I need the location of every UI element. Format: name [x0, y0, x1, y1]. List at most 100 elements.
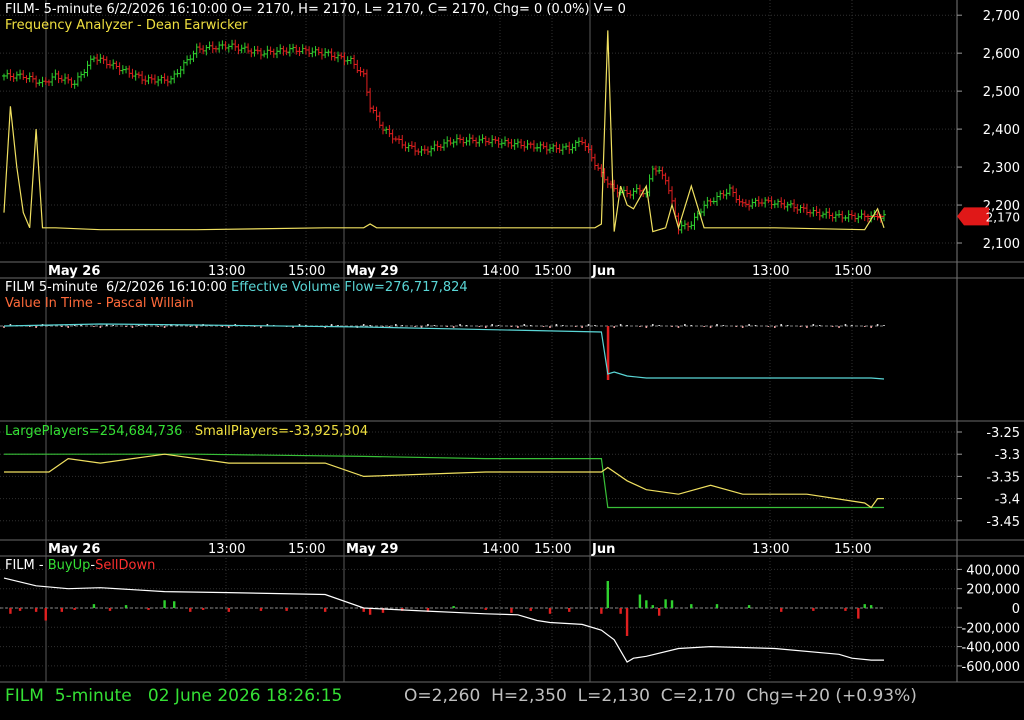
small-players-line	[4, 453, 884, 509]
chart-canvas: May 26 May 26 13:00 13:00 15:00 15:00 May 29 Ma…	[0, 0, 1024, 683]
vit-bar	[741, 326, 744, 328]
vit-bar	[61, 326, 63, 327]
vit-bar	[433, 325, 436, 326]
vit-bar	[542, 326, 545, 327]
selldown-label: SellDown	[95, 558, 156, 573]
vit-bar	[362, 324, 365, 326]
vit-bar	[330, 324, 333, 326]
bs-bar	[619, 608, 622, 614]
players-x-tick-3: May 29	[346, 542, 398, 557]
vit-bar	[510, 326, 513, 327]
price-y-tick-6: 2,100	[983, 237, 1020, 252]
bs-bar	[747, 605, 751, 608]
vit-bar	[581, 326, 583, 328]
vit-bar	[812, 324, 815, 326]
vit-bar	[818, 325, 821, 326]
bs-bar	[163, 600, 166, 608]
bs-bar	[625, 608, 629, 636]
bs-bar	[124, 605, 128, 608]
vit-bar	[703, 326, 705, 327]
vit-bar	[716, 324, 718, 326]
vit-bar	[125, 326, 127, 327]
bs-bar	[664, 599, 667, 608]
vit-bar	[838, 326, 840, 328]
players-x-tick-4: 14:00	[482, 542, 519, 557]
vit-bar	[831, 326, 834, 327]
vit-bar	[799, 326, 802, 327]
vit-bar	[157, 326, 159, 327]
vit-bar	[774, 326, 776, 328]
vit-bar	[574, 326, 577, 327]
large-players-line	[4, 453, 884, 509]
vit-bar	[619, 324, 622, 326]
bs-bar	[173, 601, 176, 608]
bs-bar	[108, 608, 112, 611]
bs-bar	[189, 608, 192, 612]
vit-bar	[735, 326, 738, 327]
vit-bar	[484, 326, 487, 328]
vit-bar	[613, 326, 616, 328]
players-x-tick-0: May 26	[48, 542, 100, 557]
vit-bar	[517, 326, 519, 328]
vit-bar	[806, 326, 808, 328]
vit-bar	[163, 326, 166, 328]
bs-y-tick-0: 400,000	[966, 563, 1020, 578]
players-y-tick-0: -3.25	[986, 426, 1020, 441]
vit-bar	[401, 325, 404, 326]
last-price-label: 2,170	[986, 210, 1020, 224]
effective-volume-flow-label: Effective Volume Flow=276,717,824	[231, 280, 468, 295]
footer-datetime: 02 June 2026 18:26:15	[147, 686, 343, 706]
vit-bar	[594, 325, 596, 326]
vit-bar	[863, 326, 866, 327]
footer-status: FILM 5-minute 02 June 2026 18:26:15	[5, 686, 342, 706]
vit-bar	[414, 326, 416, 327]
vit-bar	[112, 325, 114, 326]
vit-bar	[587, 324, 590, 326]
bs-bar	[201, 608, 205, 610]
vit-bar	[478, 326, 481, 327]
vit-bar	[80, 325, 82, 326]
players-x-tick-6: Jun	[591, 542, 615, 557]
bs-bar	[869, 605, 873, 608]
last-price-badge	[957, 207, 989, 226]
vit-bar	[883, 325, 885, 326]
price-x-tick-0: May 26	[48, 264, 100, 279]
effective-volume-flow-line	[3, 323, 885, 380]
vit-bar	[131, 326, 134, 328]
vit-bar	[497, 325, 500, 326]
bs-bar	[529, 608, 532, 611]
bs-bar	[44, 608, 47, 621]
vit-bar	[651, 324, 654, 326]
price-header: FILM- 5-minute 6/2/2026 16:10:00 O= 2170…	[5, 2, 626, 17]
buysell-cumulative-line	[3, 577, 884, 663]
vit-bar	[452, 326, 455, 328]
vit-bar	[446, 326, 449, 327]
price-x-tick-5: 15:00	[534, 264, 571, 279]
bs-bar	[690, 604, 693, 608]
players-y-tick-4: -3.45	[986, 515, 1020, 530]
vit-bar	[369, 325, 371, 326]
price-y-tick-0: 2,700	[983, 9, 1020, 24]
price-x-tick-8: 15:00	[834, 264, 871, 279]
value-in-time-label: Value In Time - Pascal Willain	[5, 296, 194, 311]
players-y-tick-1: -3.3	[995, 448, 1020, 463]
bs-bar	[863, 604, 866, 608]
price-x-tick-4: 14:00	[482, 264, 519, 279]
bs-bar	[18, 608, 22, 611]
vit-bar	[626, 325, 628, 326]
flow-symbol-line: FILM 5-minute 6/2/2026 16:10:00	[5, 280, 227, 295]
bs-bar	[9, 608, 12, 614]
players-y-tick-2: -3.35	[986, 470, 1020, 485]
price-y-tick-3: 2,400	[983, 123, 1020, 138]
vit-bar	[786, 325, 789, 326]
bs-bar	[780, 608, 783, 612]
bs-bar	[670, 600, 674, 608]
vit-bar	[337, 325, 339, 326]
vit-bar	[67, 326, 70, 328]
price-y-tick-1: 2,600	[983, 47, 1020, 62]
vit-bar	[221, 326, 224, 327]
vit-bar	[189, 326, 192, 327]
price-y-tick-2: 2,500	[983, 85, 1020, 100]
bs-bar	[638, 594, 642, 608]
bs-y-tick-5: -600,000	[962, 660, 1020, 675]
